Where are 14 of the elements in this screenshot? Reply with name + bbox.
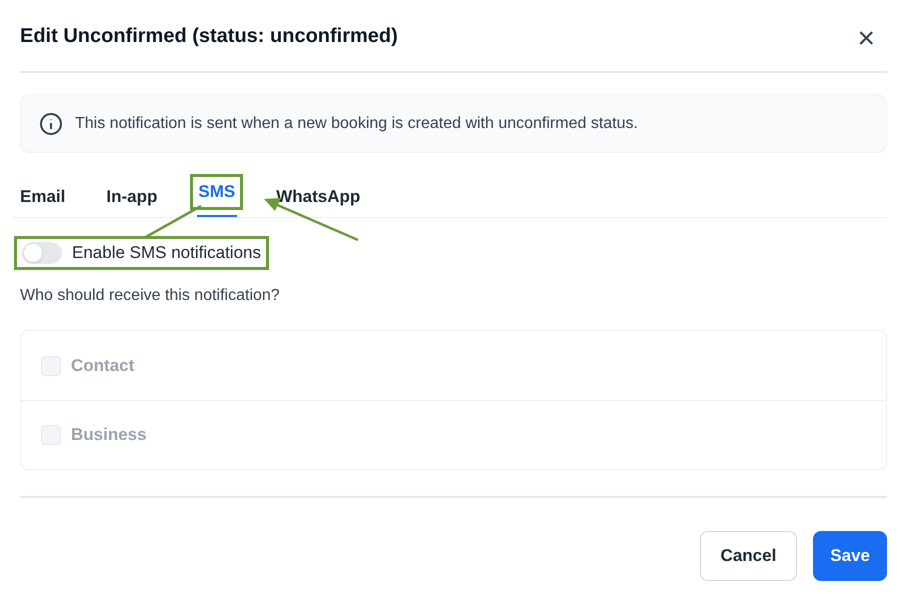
tab[interactable]: In-app	[98, 174, 166, 217]
tab[interactable]: WhatsApp	[268, 174, 368, 217]
close-button[interactable]: ×	[857, 24, 875, 54]
checkbox-label: Contact	[71, 354, 134, 377]
sms-toggle[interactable]: Enable SMS notifications	[14, 236, 269, 270]
tab[interactable]: Email	[12, 174, 74, 217]
info-icon	[39, 112, 63, 136]
info-text: This notification is sent when a new booking is created with unconfirmed status.	[75, 114, 638, 134]
leader-line	[143, 204, 202, 240]
cancel-button[interactable]: Cancel	[700, 531, 798, 581]
checkbox-label: Business	[71, 424, 147, 446]
dialog-title: Edit Unconfirmed (status: unconfirmed)	[20, 24, 398, 48]
recipients-question: Who should receive this notification?	[20, 286, 281, 306]
save-button[interactable]: Save	[813, 531, 887, 581]
